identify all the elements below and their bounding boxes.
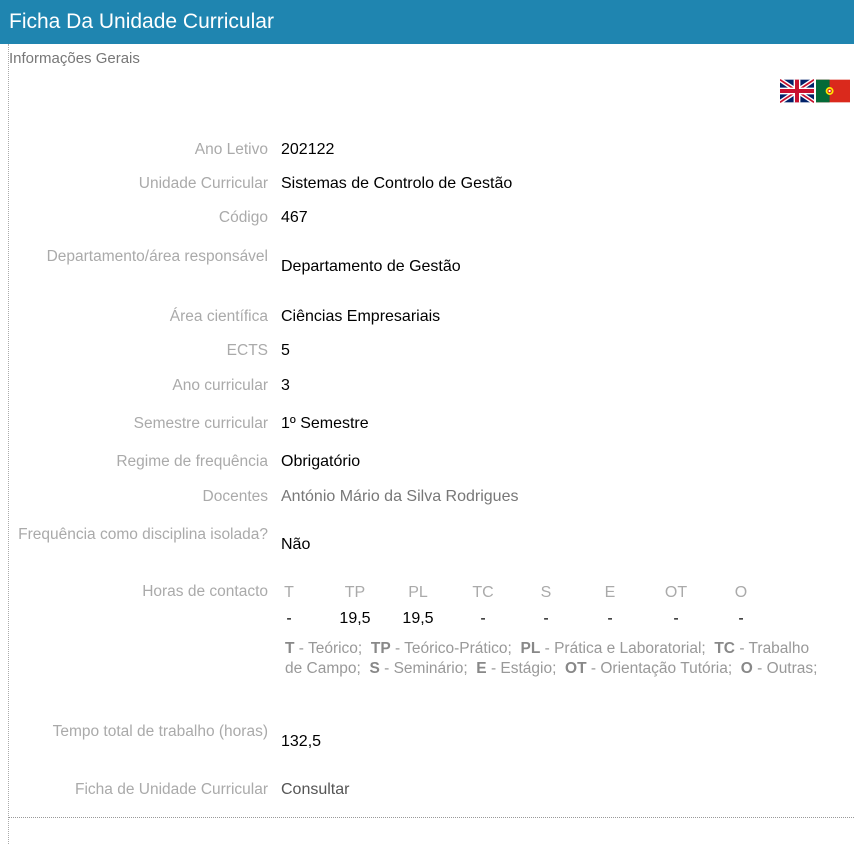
legend-text: - Teórico-Prático; xyxy=(390,640,512,657)
hours-header: T xyxy=(284,584,294,601)
field-label: Semestre curricular xyxy=(133,415,268,432)
hours-value: 19,5 xyxy=(339,610,371,627)
field-label: Unidade Curricular xyxy=(138,175,268,192)
consultar-link[interactable]: Consultar xyxy=(281,780,349,800)
legend-text: - Prática e Laboratorial; xyxy=(540,640,706,657)
legend-abbr: S xyxy=(369,660,380,677)
portugal-flag-icon[interactable] xyxy=(816,78,850,104)
field-value: Departamento de Gestão xyxy=(281,258,461,275)
field-value: António Mário da Silva Rodrigues xyxy=(281,488,519,505)
field-label: Departamento/área responsável xyxy=(46,248,268,265)
field-value: 202122 xyxy=(281,141,335,158)
field-label: ECTS xyxy=(226,342,268,359)
hours-value: - xyxy=(673,610,679,627)
field-value: 132,5 xyxy=(281,733,322,750)
legend-abbr: OT xyxy=(565,660,587,677)
hours-header: OT xyxy=(664,584,688,601)
legend-text: - Teórico; xyxy=(294,640,363,657)
hours-value: - xyxy=(480,610,486,627)
field-value: 1º Semestre xyxy=(281,415,369,432)
legend-abbr: TP xyxy=(370,640,391,657)
field-value: Sistemas de Controlo de Gestão xyxy=(281,175,513,192)
hours-header: E xyxy=(604,584,616,601)
field-label: Regime de frequência xyxy=(116,453,268,470)
field-label: Frequência como disciplina isolada? xyxy=(18,526,268,543)
hours-header: O xyxy=(734,584,748,601)
legend-abbr: O xyxy=(740,660,753,677)
hours-value: - xyxy=(607,610,613,627)
field-value: 3 xyxy=(281,377,290,394)
hours-header: TC xyxy=(472,584,494,601)
field-value: Obrigatório xyxy=(281,453,361,470)
field-label: Horas de contacto xyxy=(142,583,268,600)
legend-text: - Seminário; xyxy=(379,660,468,677)
hours-header: TP xyxy=(344,584,366,601)
hours-header: S xyxy=(540,584,552,601)
section-title: Informações Gerais xyxy=(9,50,140,67)
hours-value: 19,5 xyxy=(402,610,434,627)
divider xyxy=(8,817,854,818)
legend-text: - Estágio; xyxy=(486,660,557,677)
field-label: Ano Letivo xyxy=(194,141,268,158)
field-label: Ano curricular xyxy=(172,377,268,394)
hours-value: - xyxy=(543,610,549,627)
legend-abbr: PL xyxy=(520,640,541,657)
field-label: Área científica xyxy=(169,308,268,325)
field-label: Docentes xyxy=(202,488,268,505)
page-title: Ficha Da Unidade Curricular xyxy=(9,10,274,33)
hours-legend: T - Teórico; TP - Teórico-Prático; PL - … xyxy=(285,639,830,679)
hours-value: - xyxy=(738,610,744,627)
field-value: Ciências Empresariais xyxy=(281,308,441,325)
uk-flag-icon[interactable] xyxy=(780,78,814,104)
language-flags xyxy=(780,78,850,104)
legend-abbr: E xyxy=(476,660,487,677)
legend-text: - Orientação Tutória; xyxy=(586,660,733,677)
hours-header: PL xyxy=(408,584,428,601)
legend-text: - Outras; xyxy=(752,660,818,677)
legend-abbr: TC xyxy=(714,640,736,657)
field-label: Tempo total de trabalho (horas) xyxy=(52,723,268,740)
field-label: Código xyxy=(218,209,268,226)
field-value: Não xyxy=(281,536,311,553)
field-value: 467 xyxy=(281,209,308,226)
field-value: 5 xyxy=(281,342,290,359)
field-label: Ficha de Unidade Curricular xyxy=(75,781,268,798)
page-header: Ficha Da Unidade Curricular xyxy=(0,0,854,44)
hours-value: - xyxy=(286,610,292,627)
